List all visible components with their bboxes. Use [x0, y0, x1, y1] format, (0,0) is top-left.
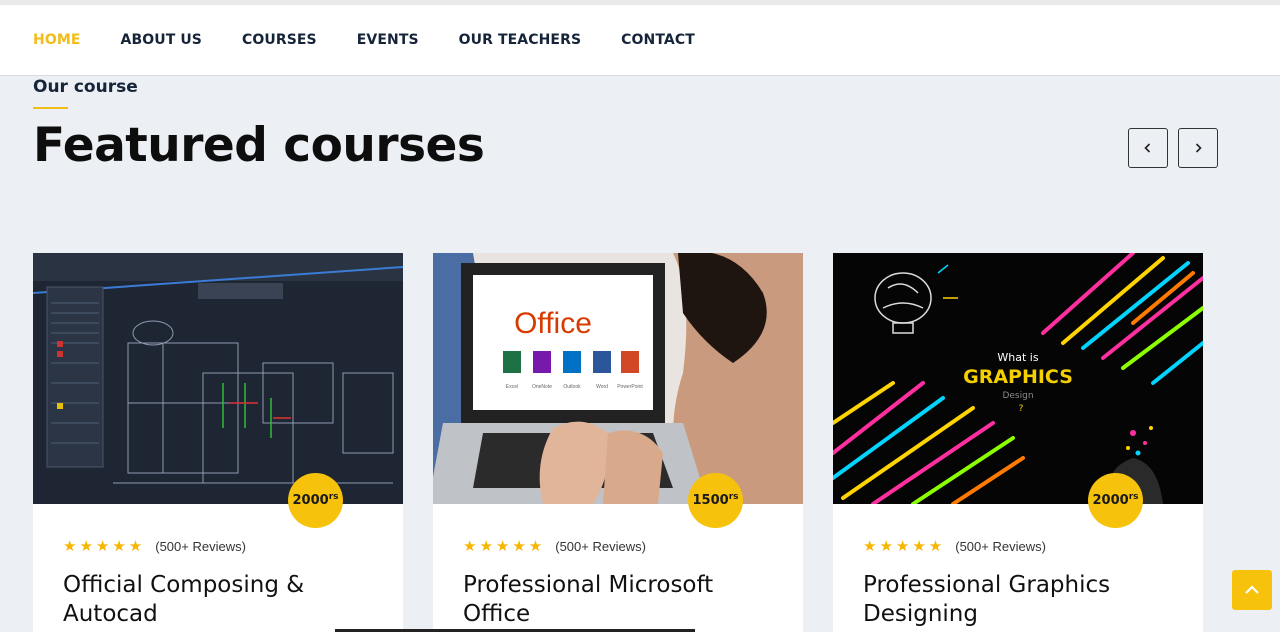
main-menu: HOME ABOUT US COURSES EVENTS OUR TEACHER… [33, 32, 735, 48]
app-label: Word [596, 384, 608, 390]
carousel-next-button[interactable] [1178, 128, 1218, 168]
subtitle-underline [33, 107, 68, 109]
star-rating-icon: ★★★★★ [863, 538, 946, 555]
course-image-office[interactable]: Office Excel OneNote Outlook Word PowerP… [433, 253, 803, 504]
nav-item-home[interactable]: HOME [33, 32, 81, 48]
star-rating-icon: ★★★★★ [463, 538, 546, 555]
course-card[interactable]: 2000 rs ★★★★★ (500+ Reviews) Official Com… [33, 253, 403, 632]
price-value: 2000 [292, 493, 329, 508]
review-count: (500+ Reviews) [155, 538, 246, 554]
review-count: (500+ Reviews) [555, 538, 646, 554]
rating: ★★★★★ (500+ Reviews) [63, 537, 246, 555]
star-rating-icon: ★★★★★ [63, 538, 146, 555]
app-label: Excel [506, 384, 518, 390]
price-value: 1500 [692, 493, 729, 508]
nav-item-about-us[interactable]: ABOUT US [121, 32, 202, 48]
chevron-up-icon [1245, 585, 1259, 594]
office-brand-text: Office [514, 307, 592, 340]
section-heading: Featured courses [33, 118, 485, 173]
course-card[interactable]: What is GRAPHICS Design ? 2000 rs ★★★★★ (… [833, 253, 1203, 632]
chevron-left-icon [1144, 143, 1151, 153]
price-badge: 2000 rs [288, 473, 343, 528]
scroll-to-top-button[interactable] [1232, 570, 1272, 610]
price-value: 2000 [1092, 493, 1129, 508]
section-subtitle: Our course [33, 77, 138, 97]
rating: ★★★★★ (500+ Reviews) [863, 537, 1046, 555]
review-count: (500+ Reviews) [955, 538, 1046, 554]
price-unit: rs [328, 491, 339, 502]
price-badge: 1500 rs [688, 473, 743, 528]
nav-item-contact[interactable]: CONTACT [621, 32, 695, 48]
course-title[interactable]: Professional Microsoft Office [463, 571, 783, 629]
rating: ★★★★★ (500+ Reviews) [463, 537, 646, 555]
app-label: Outlook [563, 384, 581, 390]
price-badge: 2000 rs [1088, 473, 1143, 528]
course-image-autocad[interactable] [33, 253, 403, 504]
graphics-line-1: What is [997, 351, 1038, 364]
nav-item-events[interactable]: EVENTS [357, 32, 419, 48]
nav-item-courses[interactable]: COURSES [242, 32, 317, 48]
carousel-prev-button[interactable] [1128, 128, 1168, 168]
price-unit: rs [1128, 491, 1139, 502]
graphics-question: ? [1019, 404, 1024, 414]
graphics-line-2: GRAPHICS [963, 366, 1073, 388]
price-unit: rs [728, 491, 739, 502]
course-card[interactable]: Office Excel OneNote Outlook Word PowerP… [433, 253, 803, 632]
app-label: PowerPoint [617, 384, 643, 390]
app-label: OneNote [532, 384, 552, 390]
course-title[interactable]: Official Composing & Autocad [63, 571, 383, 629]
course-title[interactable]: Professional Graphics Designing [863, 571, 1183, 629]
course-image-graphics[interactable]: What is GRAPHICS Design ? [833, 253, 1203, 504]
nav-item-our-teachers[interactable]: OUR TEACHERS [459, 32, 582, 48]
graphics-line-3: Design [1002, 391, 1033, 401]
chevron-right-icon [1195, 143, 1202, 153]
top-navbar: HOME ABOUT US COURSES EVENTS OUR TEACHER… [0, 0, 1280, 76]
